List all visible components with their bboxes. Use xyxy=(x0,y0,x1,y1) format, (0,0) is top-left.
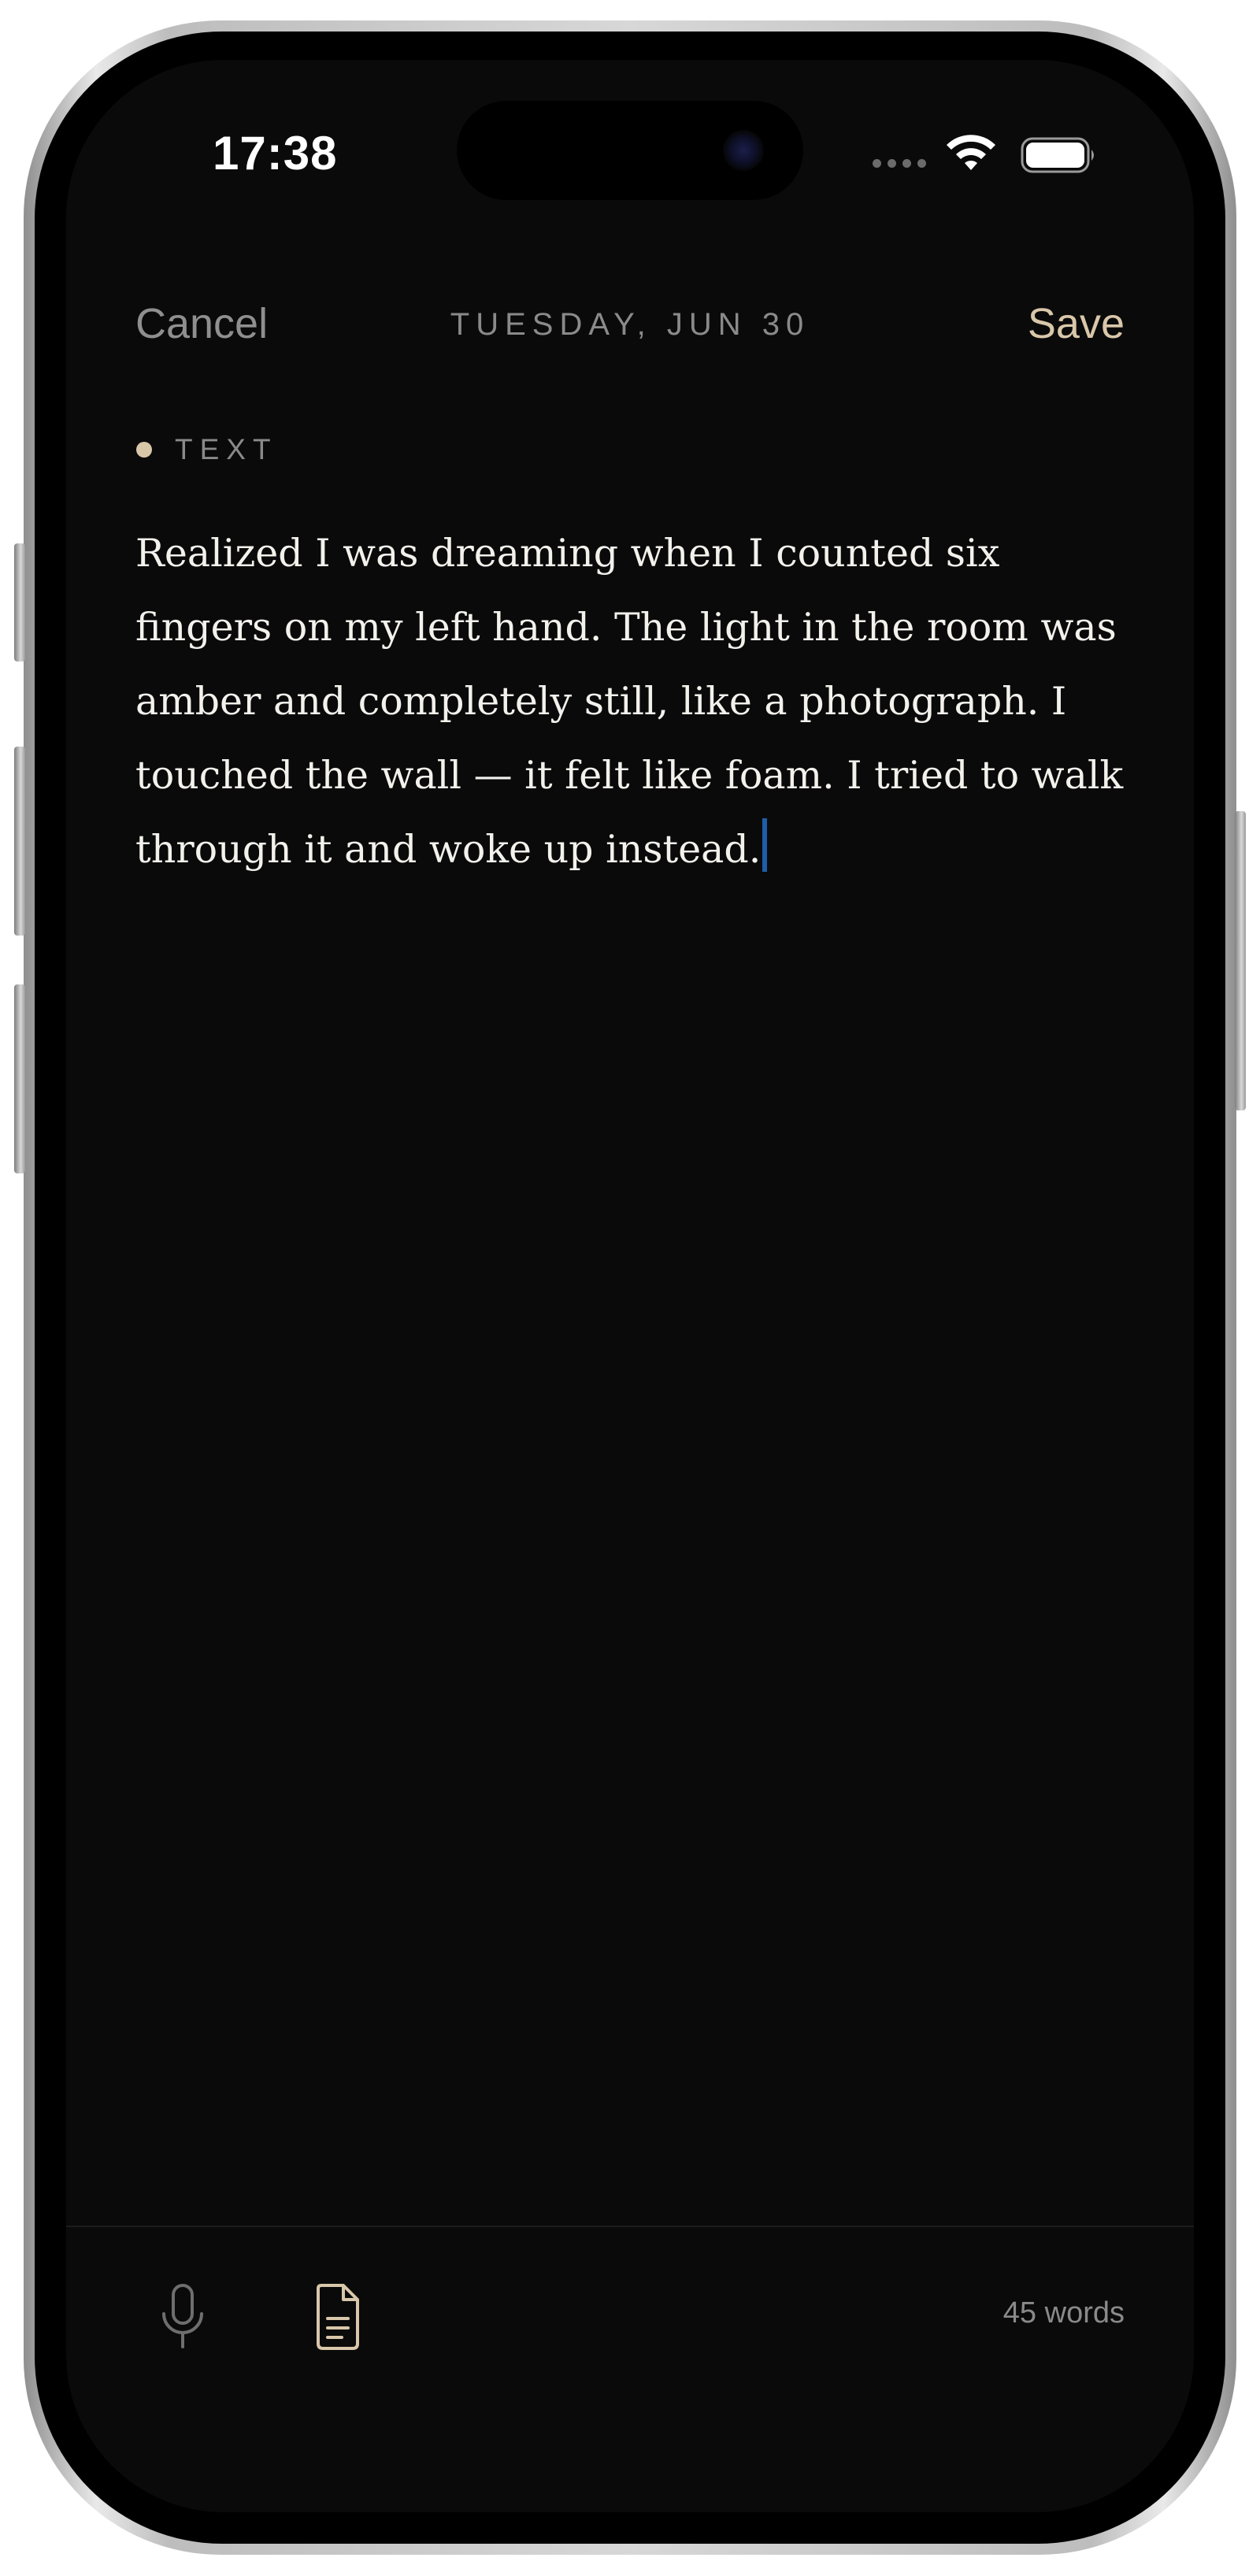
dynamic-island xyxy=(457,101,803,200)
volume-up-button xyxy=(14,747,25,936)
power-button xyxy=(1235,811,1246,1110)
status-time: 17:38 xyxy=(213,127,338,180)
document-icon[interactable] xyxy=(310,2281,365,2353)
screen: 17:38 Cancel TUESDAY, JUN 30 Save TEXT R… xyxy=(66,60,1194,2512)
battery-icon xyxy=(1021,137,1094,173)
entry-text-editor[interactable]: Realized I was dreaming when I counted s… xyxy=(135,517,1136,887)
text-caret xyxy=(762,818,768,872)
mode-indicator-dot xyxy=(136,442,152,458)
microphone-icon[interactable] xyxy=(156,2281,209,2353)
word-count: 45 words xyxy=(1002,2296,1125,2330)
toolbar-divider xyxy=(66,2226,1194,2227)
wifi-icon xyxy=(947,135,995,170)
front-camera xyxy=(723,130,764,171)
cellular-signal-icon xyxy=(873,159,926,168)
save-button[interactable]: Save xyxy=(1028,299,1125,348)
entry-date: TUESDAY, JUN 30 xyxy=(450,307,810,342)
action-button xyxy=(14,543,25,662)
entry-text: Realized I was dreaming when I counted s… xyxy=(135,531,1124,872)
mode-label: TEXT xyxy=(175,433,278,465)
volume-down-button xyxy=(14,984,25,1173)
